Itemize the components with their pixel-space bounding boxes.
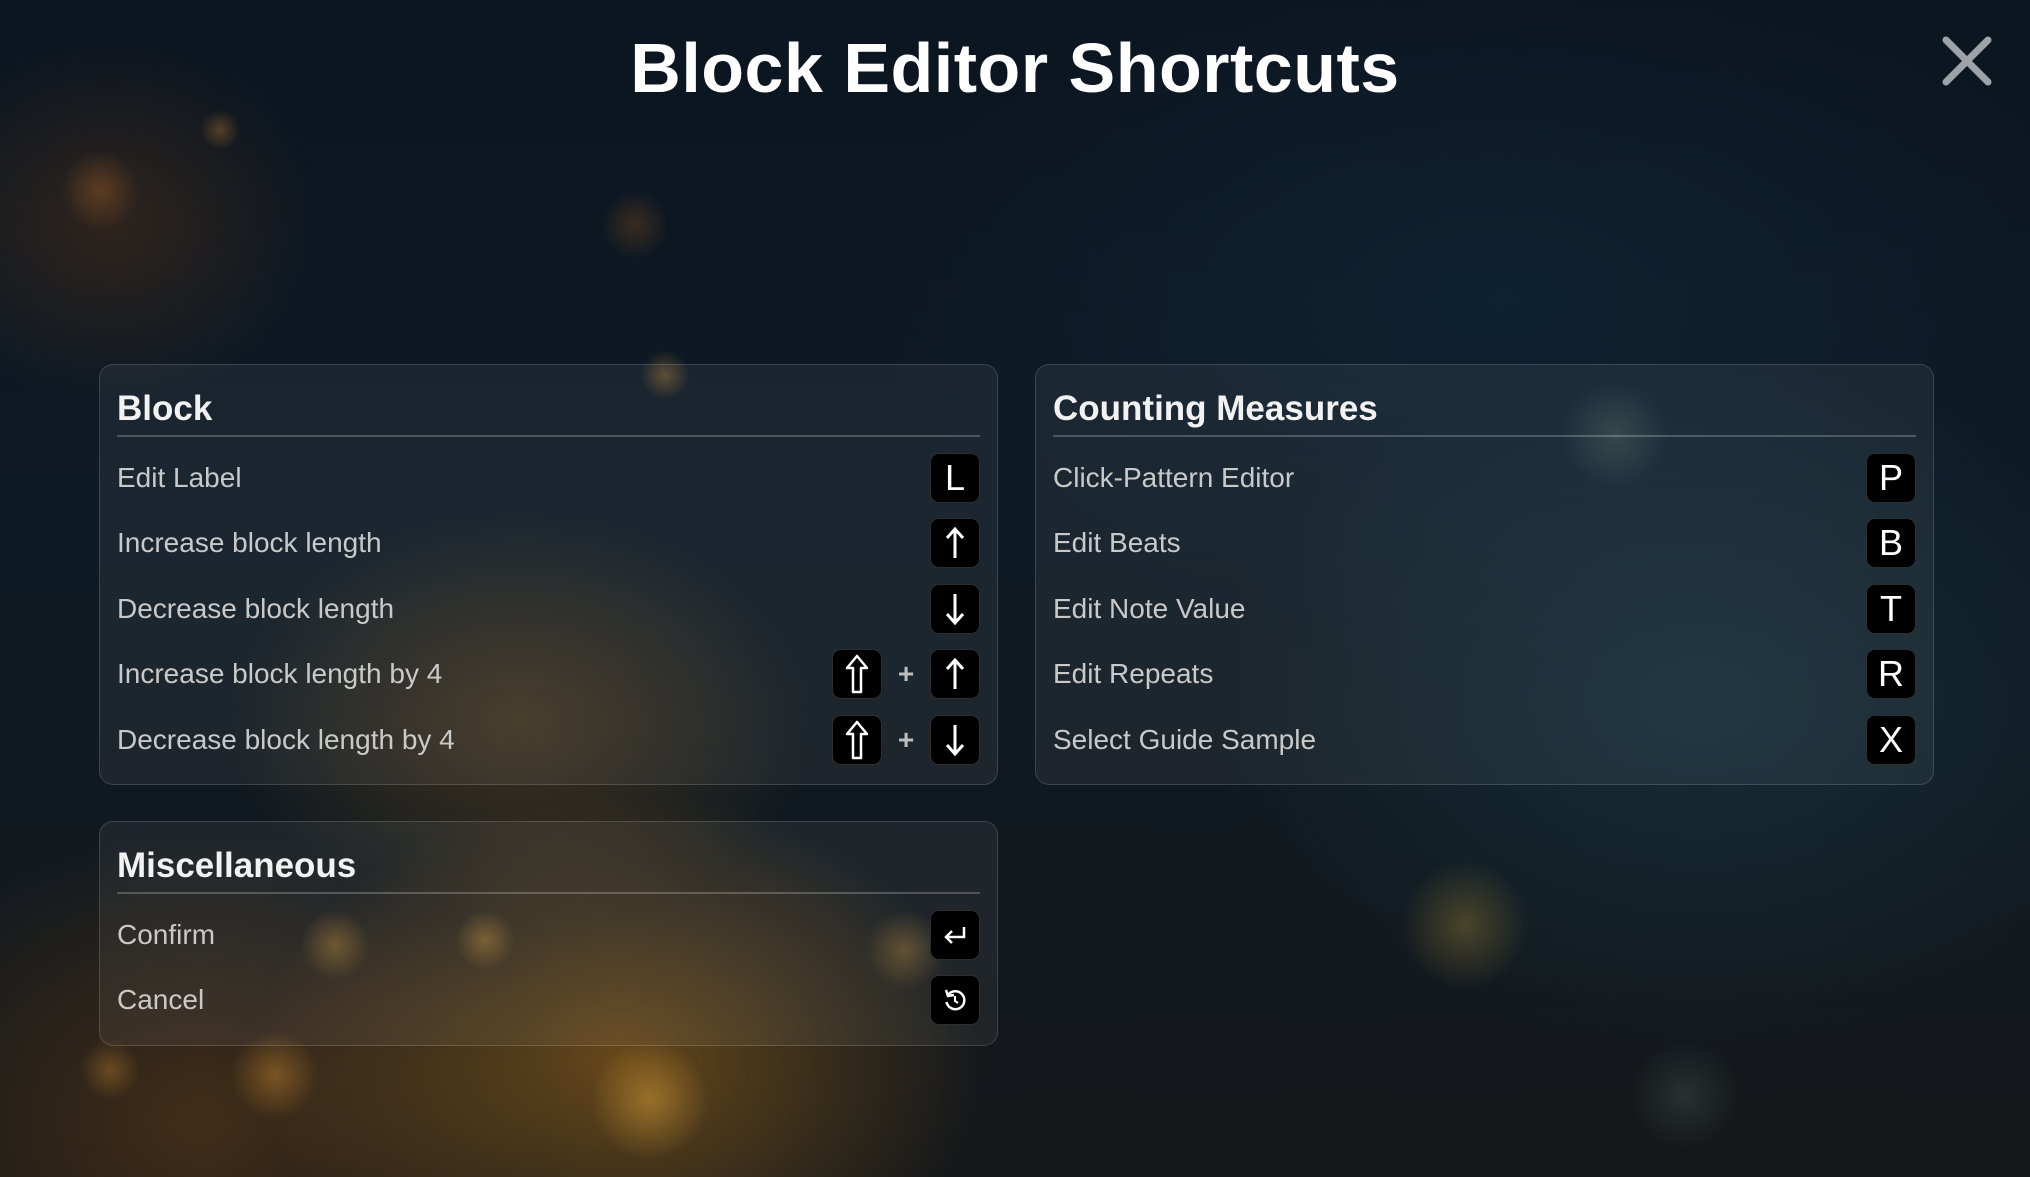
shortcut-label: Edit Repeats <box>1053 658 1214 690</box>
key-r[interactable]: R <box>1866 649 1916 700</box>
shift-icon <box>845 655 869 694</box>
shortcut-row-increase-length-by-4: Increase block length by 4 + <box>117 642 980 708</box>
arrow-down-icon <box>945 724 965 757</box>
section-title: Miscellaneous <box>117 840 980 894</box>
key-arrow-down[interactable] <box>930 714 980 765</box>
shortcut-label: Confirm <box>117 918 216 950</box>
counting-measures-panel: Counting Measures Click-Pattern Editor P… <box>1035 364 1934 785</box>
plus-joiner: + <box>897 723 915 755</box>
close-button[interactable] <box>1940 34 1994 88</box>
shortcut-row-click-pattern-editor: Click-Pattern Editor P <box>1053 445 1916 511</box>
shortcut-row-decrease-length: Decrease block length <box>117 576 980 642</box>
bokeh-light <box>590 1040 710 1160</box>
shortcut-label: Increase block length <box>117 527 382 559</box>
key-p[interactable]: P <box>1866 452 1916 503</box>
shortcut-row-cancel: Cancel <box>117 968 980 1034</box>
key-x[interactable]: X <box>1866 714 1916 765</box>
shortcut-row-edit-label: Edit Label L <box>117 445 980 511</box>
shortcut-row-edit-repeats: Edit Repeats R <box>1053 642 1916 708</box>
shortcut-label: Click-Pattern Editor <box>1053 461 1295 493</box>
shortcut-row-decrease-length-by-4: Decrease block length by 4 + <box>117 707 980 773</box>
bokeh-light <box>1630 1040 1740 1150</box>
shortcut-row-select-guide-sample: Select Guide Sample X <box>1053 707 1916 773</box>
shortcut-label: Edit Note Value <box>1053 592 1246 624</box>
shortcut-label: Edit Beats <box>1053 527 1181 559</box>
key-arrow-up[interactable] <box>930 518 980 569</box>
bokeh-light <box>600 190 670 260</box>
key-enter[interactable] <box>930 909 980 960</box>
miscellaneous-panel: Miscellaneous Confirm Cancel <box>99 821 998 1046</box>
arrow-up-icon <box>945 657 965 690</box>
shortcut-label: Edit Label <box>117 461 242 493</box>
plus-joiner: + <box>897 658 915 690</box>
shortcut-row-increase-length: Increase block length <box>117 511 980 577</box>
key-shift[interactable] <box>832 649 882 700</box>
section-title: Counting Measures <box>1053 383 1916 437</box>
block-shortcuts-panel: Block Edit Label L Increase block length… <box>99 364 998 785</box>
shortcut-label: Increase block length by 4 <box>117 658 443 690</box>
bokeh-light <box>200 110 240 150</box>
close-icon <box>1942 36 1992 86</box>
key-b[interactable]: B <box>1866 518 1916 569</box>
arrow-down-icon <box>945 593 965 626</box>
undo-icon <box>944 989 966 1011</box>
shortcut-row-edit-beats: Edit Beats B <box>1053 511 1916 577</box>
shift-icon <box>845 720 869 759</box>
page-title: Block Editor Shortcuts <box>630 29 1400 107</box>
bokeh-light <box>80 1040 140 1100</box>
key-arrow-down[interactable] <box>930 583 980 634</box>
shortcut-label: Decrease block length <box>117 592 395 624</box>
bokeh-light <box>1400 860 1530 990</box>
shortcut-label: Decrease block length by 4 <box>117 723 455 755</box>
key-l[interactable]: L <box>930 452 980 503</box>
shortcut-label: Select Guide Sample <box>1053 723 1317 755</box>
key-t[interactable]: T <box>1866 583 1916 634</box>
shortcut-row-confirm: Confirm <box>117 902 980 968</box>
section-title: Block <box>117 383 980 437</box>
bokeh-light <box>60 150 140 230</box>
key-arrow-up[interactable] <box>930 649 980 700</box>
enter-icon <box>944 926 966 944</box>
key-cancel[interactable] <box>930 975 980 1026</box>
shortcut-row-edit-note-value: Edit Note Value T <box>1053 576 1916 642</box>
arrow-up-icon <box>945 526 965 559</box>
key-shift[interactable] <box>832 714 882 765</box>
shortcut-label: Cancel <box>117 984 205 1016</box>
